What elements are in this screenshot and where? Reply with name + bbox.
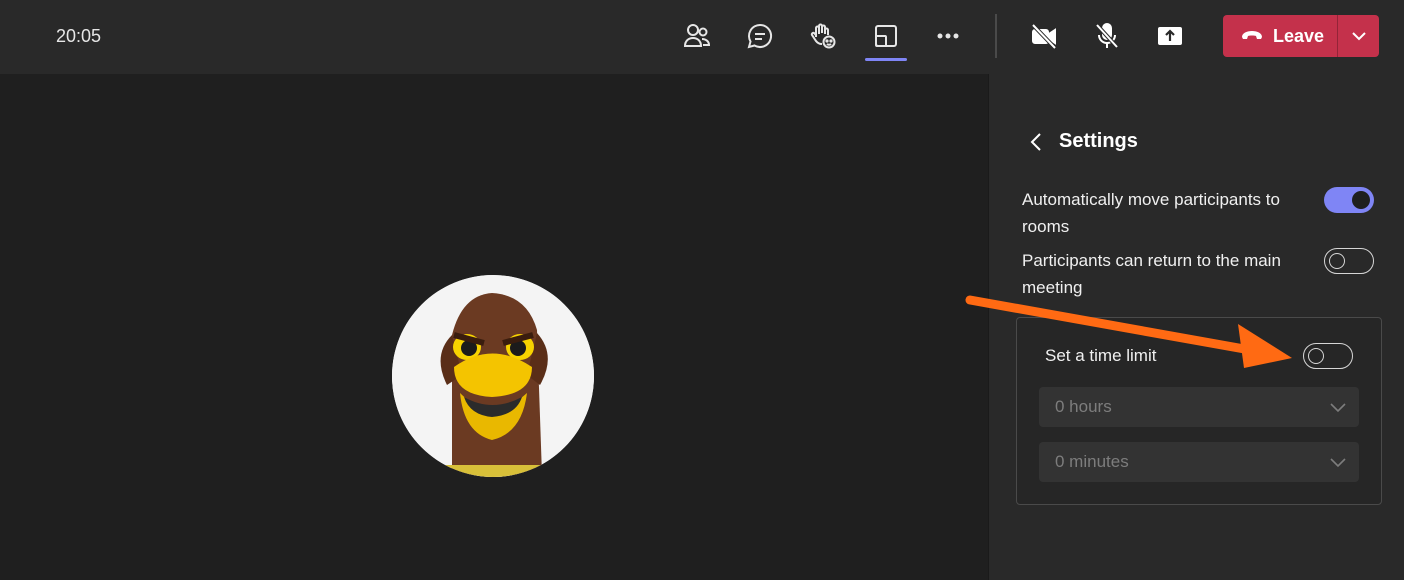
leave-main[interactable]: Leave	[1223, 15, 1337, 57]
mascot-image	[392, 275, 594, 477]
minutes-value: 0 minutes	[1055, 452, 1129, 471]
return-main-toggle[interactable]	[1324, 248, 1374, 274]
minutes-dropdown[interactable]: 0 minutes	[1039, 442, 1359, 482]
toolbar-divider	[995, 14, 997, 58]
active-tab-indicator	[865, 58, 907, 61]
hang-up-icon	[1242, 31, 1262, 39]
leave-options-chevron[interactable]	[1338, 15, 1379, 57]
more-icon[interactable]	[930, 18, 966, 54]
leave-button[interactable]: Leave	[1223, 15, 1379, 57]
meeting-time: 20:05	[56, 26, 102, 46]
time-limit-section: Set a time limit 0 hours 0 minutes	[1016, 317, 1382, 505]
participant-avatar	[392, 275, 594, 477]
time-limit-label: Set a time limit	[1045, 346, 1157, 365]
share-icon[interactable]	[1152, 18, 1188, 54]
people-icon[interactable]	[679, 18, 715, 54]
camera-off-icon[interactable]	[1026, 18, 1062, 54]
breakout-settings-panel: Settings Automatically move participants…	[988, 74, 1404, 580]
time-limit-toggle[interactable]	[1303, 343, 1353, 369]
chat-icon[interactable]	[742, 18, 778, 54]
chevron-down-icon	[1330, 403, 1346, 413]
leave-label: Leave	[1273, 25, 1325, 46]
chevron-down-icon	[1351, 32, 1366, 41]
chevron-left-icon	[1030, 132, 1041, 151]
mic-off-icon[interactable]	[1089, 18, 1125, 54]
auto-move-label: Automatically move participants to rooms	[1022, 190, 1280, 236]
return-main-label: Participants can return to the main meet…	[1022, 251, 1281, 297]
back-button[interactable]	[1029, 132, 1043, 152]
toggle-knob	[1308, 348, 1324, 364]
settings-header: Settings	[1029, 130, 1138, 153]
meeting-toolbar: 20:05 Leave	[0, 0, 1404, 74]
toggle-knob	[1352, 191, 1370, 209]
hours-value: 0 hours	[1055, 397, 1112, 416]
settings-title: Settings	[1059, 130, 1138, 152]
auto-move-toggle[interactable]	[1324, 187, 1374, 213]
chevron-down-icon	[1330, 458, 1346, 468]
rooms-icon[interactable]	[868, 18, 904, 54]
toggle-knob	[1329, 253, 1345, 269]
hours-dropdown[interactable]: 0 hours	[1039, 387, 1359, 427]
raise-hand-icon[interactable]	[805, 18, 841, 54]
